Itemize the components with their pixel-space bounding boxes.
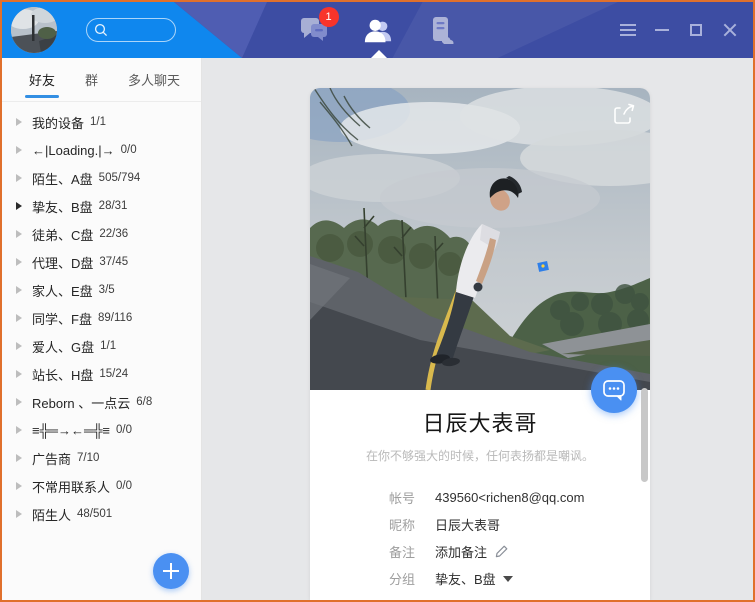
- friend-group-row[interactable]: 广告商 7/10: [2, 444, 201, 472]
- friend-group-row[interactable]: 站长、H盘 15/24: [2, 360, 201, 388]
- profile-name: 日辰大表哥: [310, 406, 650, 438]
- user-avatar[interactable]: [11, 7, 57, 53]
- avatar-photo: [11, 7, 57, 53]
- friend-group-row[interactable]: 家人、E盘 3/5: [2, 276, 201, 304]
- add-friend-button[interactable]: [153, 553, 189, 589]
- expand-triangle-icon[interactable]: [16, 482, 22, 490]
- field-label: 帐号: [389, 488, 419, 507]
- card-scrollbar-thumb[interactable]: [641, 388, 648, 482]
- friend-group-row[interactable]: 挚友、B盘 28/31: [2, 192, 201, 220]
- cover-photo-image: [310, 88, 650, 390]
- friend-groups-list: 我的设备 1/1 ←|Loading.|→ 0/0 陌生、A盘 505/794: [2, 102, 201, 528]
- sidebar-tab[interactable]: 群: [85, 58, 98, 102]
- profile-fields: 帐号 439560<richen8@qq.com 昵称 日辰大表哥: [389, 484, 650, 592]
- field-value: 添加备注: [435, 542, 487, 561]
- expand-triangle-icon[interactable]: [16, 342, 22, 350]
- field-value: 439560<richen8@qq.com: [435, 490, 584, 505]
- friend-group-row[interactable]: 代理、D盘 37/45: [2, 248, 201, 276]
- profile-field-row: 帐号 439560<richen8@qq.com: [389, 484, 650, 511]
- search-input[interactable]: [112, 23, 172, 37]
- search-icon: [94, 23, 108, 37]
- friend-group-row[interactable]: 爱人、G盘 1/1: [2, 332, 201, 360]
- tab-messages[interactable]: 1: [299, 15, 329, 45]
- tab-contacts[interactable]: [363, 15, 393, 45]
- field-value: 日辰大表哥: [435, 515, 500, 534]
- friend-group-row[interactable]: 徒弟、C盘 22/36: [2, 220, 201, 248]
- maximize-icon[interactable]: [685, 19, 707, 41]
- profile-card: 日辰大表哥 在你不够强大的时候，任何表扬都是嘲讽。 帐号 439560<rich…: [310, 88, 650, 600]
- share-icon: [610, 100, 638, 128]
- friend-group-row[interactable]: 不常用联系人 0/0: [2, 472, 201, 500]
- expand-triangle-icon[interactable]: [16, 370, 22, 378]
- friend-group-row[interactable]: 陌生人 48/501: [2, 500, 201, 528]
- expand-triangle-icon[interactable]: [16, 174, 22, 182]
- profile-field-row: 分组 挚友、B盘: [389, 565, 650, 592]
- group-dropdown-icon[interactable]: [503, 576, 513, 582]
- expand-triangle-icon[interactable]: [16, 230, 22, 238]
- sidebar-tab[interactable]: 好友: [29, 58, 55, 102]
- menu-icon[interactable]: [617, 19, 639, 41]
- expand-triangle-icon[interactable]: [16, 146, 22, 154]
- chat-bubble-icon: [602, 379, 626, 401]
- field-label: 备注: [389, 542, 419, 561]
- window-controls: [617, 2, 741, 58]
- contacts-icon: [363, 16, 393, 44]
- expand-triangle-icon[interactable]: [16, 510, 22, 518]
- field-label: 分组: [389, 569, 419, 588]
- profile-field-row: 备注 添加备注: [389, 538, 650, 565]
- close-icon[interactable]: [719, 19, 741, 41]
- expand-triangle-icon[interactable]: [16, 314, 22, 322]
- share-button[interactable]: [610, 100, 638, 128]
- field-value: 挚友、B盘: [435, 569, 496, 588]
- expand-triangle-icon[interactable]: [16, 426, 22, 434]
- tab-files[interactable]: [427, 15, 457, 45]
- send-message-button[interactable]: [591, 367, 637, 413]
- minimize-icon[interactable]: [651, 19, 673, 41]
- expand-triangle-icon[interactable]: [16, 398, 22, 406]
- friend-group-row[interactable]: ←|Loading.|→ 0/0: [2, 136, 201, 164]
- friend-group-row[interactable]: Reborn 、一点云 6/8: [2, 388, 201, 416]
- qq-window: 1: [0, 0, 755, 602]
- expand-triangle-icon[interactable]: [16, 202, 22, 210]
- friend-group-row[interactable]: 同学、F盘 89/116: [2, 304, 201, 332]
- edit-remark-icon[interactable]: [494, 544, 509, 559]
- expand-triangle-icon[interactable]: [16, 118, 22, 126]
- profile-cover-photo: [310, 88, 650, 390]
- expand-triangle-icon[interactable]: [16, 258, 22, 266]
- profile-pane: 日辰大表哥 在你不够强大的时候，任何表扬都是嘲讽。 帐号 439560<rich…: [202, 58, 753, 600]
- friend-group-row[interactable]: 陌生、A盘 505/794: [2, 164, 201, 192]
- title-bar: 1: [2, 2, 753, 58]
- sidebar-tab[interactable]: 多人聊天: [128, 58, 180, 102]
- profile-field-row: 昵称 日辰大表哥: [389, 511, 650, 538]
- friend-group-row[interactable]: 我的设备 1/1: [2, 108, 201, 136]
- active-tab-pointer: [371, 50, 387, 58]
- field-label: 昵称: [389, 515, 419, 534]
- unread-badge: 1: [319, 7, 339, 27]
- friend-group-row[interactable]: ≡╬═→←═╬≡ 0/0: [2, 416, 201, 444]
- sidebar-tabs: 好友 群 多人聊天: [2, 58, 201, 102]
- expand-triangle-icon[interactable]: [16, 454, 22, 462]
- contacts-sidebar: 好友 群 多人聊天 我的设备 1/1: [2, 58, 202, 600]
- files-icon: [429, 16, 455, 44]
- search-box[interactable]: [86, 18, 176, 42]
- profile-signature: 在你不够强大的时候，任何表扬都是嘲讽。: [310, 447, 650, 464]
- expand-triangle-icon[interactable]: [16, 286, 22, 294]
